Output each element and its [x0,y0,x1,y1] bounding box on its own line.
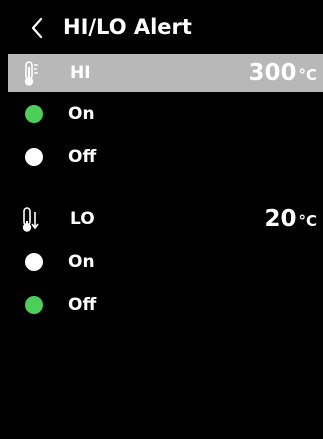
radio-selected-icon[interactable] [25,105,43,123]
hi-label: HI [70,63,91,83]
lo-option-off[interactable]: Off [8,287,323,323]
thermometer-high-icon [24,61,38,86]
option-label: Off [68,147,97,167]
option-label: On [68,252,95,272]
chevron-left-icon[interactable] [26,16,50,40]
hi-option-on[interactable]: On [8,96,323,132]
lo-value-unit: °C [298,212,317,230]
radio-unselected-icon[interactable] [25,148,43,166]
lo-option-on[interactable]: On [8,244,323,280]
alert-screen: HI/LO Alert HI 300 °C On Off LO 20 °C On… [8,8,323,439]
lo-setting-row[interactable]: LO 20 °C [8,200,323,238]
hi-value-unit: °C [298,66,317,84]
option-label: Off [68,295,97,315]
radio-selected-icon[interactable] [25,296,43,314]
hi-value-number: 300 [248,60,297,86]
lo-value: 20 °C [264,200,317,240]
option-label: On [68,104,95,124]
page-title: HI/LO Alert [63,15,192,39]
thermometer-low-icon [22,207,39,232]
hi-option-off[interactable]: Off [8,139,323,175]
lo-value-number: 20 [264,206,297,232]
header: HI/LO Alert [8,8,323,48]
hi-setting-row[interactable]: HI 300 °C [8,54,323,92]
radio-unselected-icon[interactable] [25,253,43,271]
hi-value: 300 °C [248,54,317,94]
lo-label: LO [70,209,95,229]
